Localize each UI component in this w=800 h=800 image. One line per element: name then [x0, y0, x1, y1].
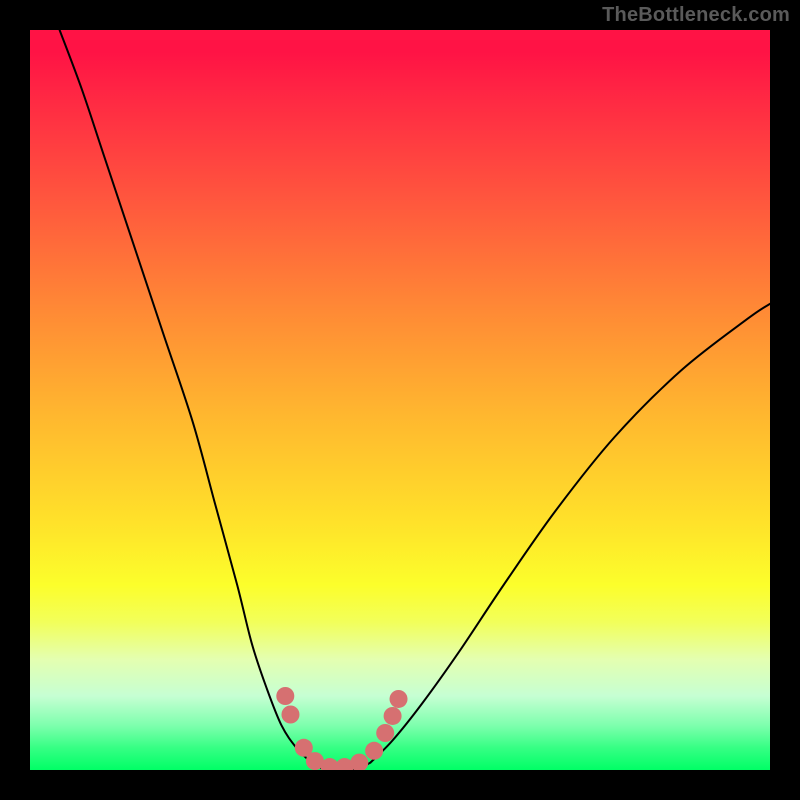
chart-stage: TheBottleneck.com: [0, 0, 800, 800]
valley-marker-group: [276, 687, 407, 770]
valley-marker: [376, 724, 394, 742]
valley-marker: [390, 690, 408, 708]
valley-marker: [350, 754, 368, 770]
valley-marker: [281, 706, 299, 724]
watermark-text: TheBottleneck.com: [602, 4, 790, 27]
valley-marker: [365, 742, 383, 760]
valley-marker: [276, 687, 294, 705]
valley-marker: [384, 707, 402, 725]
curve-layer: [30, 30, 770, 770]
plot-area: [30, 30, 770, 770]
curve-left-branch: [60, 30, 312, 763]
curve-right-branch: [370, 304, 770, 763]
